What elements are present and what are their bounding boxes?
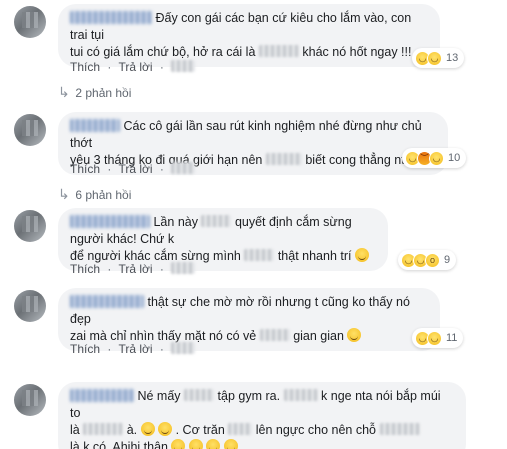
comment-text: là	[70, 423, 80, 437]
like-link[interactable]: Thích	[70, 262, 100, 276]
smirk-emoji-icon	[347, 328, 362, 342]
reaction-summary[interactable]: ◡ ◡ 13	[412, 48, 465, 68]
reaction-count: 13	[446, 52, 459, 64]
like-link[interactable]: Thích	[70, 342, 100, 356]
separator-dot: ·	[159, 262, 164, 276]
timestamp[interactable]	[171, 60, 199, 74]
comment-actions: Thích · Trả lời ·	[70, 342, 203, 356]
reply-link[interactable]: Trả lời	[118, 162, 152, 176]
reaction-summary[interactable]: ◡ ◡ o 9	[398, 250, 457, 270]
separator-dot: ·	[107, 342, 112, 356]
commenter-name[interactable]	[70, 215, 150, 228]
separator-dot: ·	[107, 162, 112, 176]
comment-actions: Thích · Trả lời ·	[70, 262, 203, 276]
laugh-emoji-icon	[140, 422, 155, 436]
comment-text: tập gym ra.	[217, 389, 281, 403]
replies-count[interactable]: 2 phản hồi	[75, 86, 131, 100]
reply-arrow-icon: ↳	[58, 84, 70, 100]
commenter-name[interactable]	[70, 389, 134, 402]
reply-link[interactable]: Trả lời	[118, 342, 152, 356]
redacted-text	[265, 153, 302, 165]
grin-emoji-icon	[223, 439, 238, 449]
grin-emoji-icon	[171, 439, 186, 449]
grin-emoji-icon	[206, 439, 221, 449]
timestamp[interactable]	[171, 262, 199, 276]
commenter-name[interactable]	[70, 11, 152, 24]
avatar[interactable]	[14, 384, 46, 416]
like-link[interactable]: Thích	[70, 162, 100, 176]
redacted-text	[201, 215, 232, 227]
comment-text: tui có giá lắm chứ bộ, hở ra cái là	[70, 45, 256, 59]
haha-reaction-icon: ◡	[427, 50, 442, 66]
reaction-count: 11	[446, 332, 458, 344]
redacted-text	[83, 423, 124, 435]
separator-dot: ·	[159, 342, 164, 356]
redacted-text	[259, 329, 290, 341]
comment-bubble: Đấy con gái các bạn cứ kiêu cho lắm vào,…	[58, 4, 440, 67]
laugh-emoji-icon	[158, 422, 173, 436]
replies-count[interactable]: 6 phản hồi	[75, 188, 131, 202]
comment-text: zai mà chỉ nhìn thấy mặt nó có vẻ	[70, 329, 257, 343]
comment-text: Né mấy	[137, 389, 181, 403]
timestamp[interactable]	[171, 162, 199, 176]
redacted-text	[258, 45, 299, 57]
comment-text: là k có. Ahihi thân	[70, 440, 168, 449]
comment-text: gian gian	[293, 329, 344, 343]
comment-text: lên ngực cho nên chỗ	[255, 423, 377, 437]
smile-emoji-icon	[354, 248, 369, 262]
haha-reaction-icon: ◡	[429, 150, 444, 166]
avatar[interactable]	[14, 290, 46, 322]
redacted-text	[379, 423, 420, 435]
redacted-text	[283, 389, 318, 401]
redacted-text	[244, 249, 275, 261]
comment-bubble: Né mấy tập gym ra. k nge nta nói bắp múi…	[58, 382, 466, 449]
comment-text: khác nó hốt ngay !!!	[302, 45, 412, 59]
haha-reaction-icon: ◡	[427, 330, 442, 346]
avatar[interactable]	[14, 6, 46, 38]
commenter-name[interactable]	[70, 119, 120, 132]
separator-dot: ·	[107, 60, 112, 74]
comment-text: à.	[126, 423, 138, 437]
comment-text: thật nhanh trí	[277, 249, 352, 263]
comment-text: Lần này	[153, 215, 198, 229]
view-replies-link[interactable]: ↳ 2 phản hồi	[58, 84, 131, 101]
reply-arrow-icon: ↳	[58, 186, 70, 202]
like-link[interactable]: Thích	[70, 60, 100, 74]
separator-dot: ·	[159, 162, 164, 176]
separator-dot: ·	[159, 60, 164, 74]
reply-link[interactable]: Trả lời	[118, 60, 152, 74]
avatar[interactable]	[14, 210, 46, 242]
redacted-text	[184, 389, 215, 401]
redacted-text	[228, 423, 253, 435]
separator-dot: ·	[107, 262, 112, 276]
timestamp[interactable]	[171, 342, 199, 356]
comment-actions: Thích · Trả lời ·	[70, 60, 203, 74]
comment-text: . Cơ trăn	[175, 423, 225, 437]
grin-emoji-icon	[188, 439, 203, 449]
reaction-summary[interactable]: ◡ ︶ ◡ 10	[402, 148, 467, 168]
commenter-name[interactable]	[70, 295, 144, 308]
comment-actions: Thích · Trả lời ·	[70, 162, 203, 176]
reaction-summary[interactable]: ◡ ◡ 11	[412, 328, 464, 348]
reaction-count: 10	[448, 152, 461, 164]
comment-text: để người khác cắm sừng mình	[70, 249, 241, 263]
avatar[interactable]	[14, 114, 46, 146]
wow-reaction-icon: o	[425, 252, 440, 268]
view-replies-link[interactable]: ↳ 6 phản hồi	[58, 186, 131, 203]
reaction-count: 9	[444, 254, 451, 266]
comment-text: Các cô gái lần sau rút kinh nghiệm nhé đ…	[70, 119, 422, 150]
reply-link[interactable]: Trả lời	[118, 262, 152, 276]
